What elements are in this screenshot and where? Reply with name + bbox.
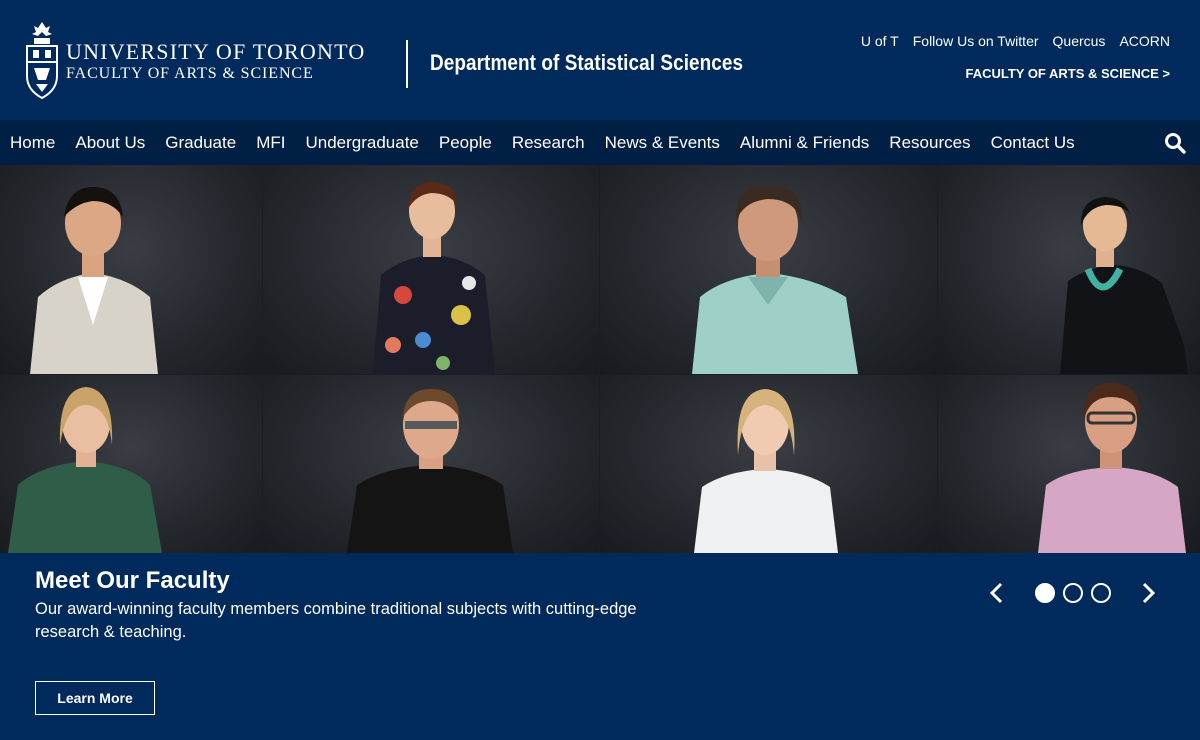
faculty-photo — [600, 375, 937, 553]
nav-item-people[interactable]: People — [439, 133, 492, 153]
hero-description: Our award-winning faculty members combin… — [35, 600, 637, 641]
utility-link-twitter[interactable]: Follow Us on Twitter — [913, 33, 1039, 49]
chevron-right-icon[interactable] — [1137, 581, 1159, 605]
hero-caption: Meet Our Faculty Our award-winning facul… — [0, 553, 1200, 740]
faculty-photo — [263, 375, 599, 553]
faculty-photo-grid — [0, 165, 1200, 553]
utility-links: U of T Follow Us on Twitter Quercus ACOR… — [861, 33, 1170, 49]
nav-item-alumni-friends[interactable]: Alumni & Friends — [740, 133, 869, 153]
slide-dot-3[interactable] — [1091, 583, 1111, 603]
utility-link-uoft[interactable]: U of T — [861, 33, 899, 49]
nav-item-news-events[interactable]: News & Events — [605, 133, 720, 153]
nav-item-graduate[interactable]: Graduate — [165, 133, 236, 153]
faculty-link[interactable]: FACULTY OF ARTS & SCIENCE > — [965, 66, 1170, 81]
nav-item-research[interactable]: Research — [512, 133, 585, 153]
nav-item-contact-us[interactable]: Contact Us — [991, 133, 1075, 153]
nav-item-undergraduate[interactable]: Undergraduate — [305, 133, 418, 153]
nav-items: Home About Us Graduate MFI Undergraduate… — [10, 120, 1075, 165]
university-crest-icon[interactable] — [24, 20, 60, 100]
nav-item-mfi[interactable]: MFI — [256, 133, 285, 153]
utility-link-quercus[interactable]: Quercus — [1053, 33, 1106, 49]
department-title[interactable]: Department of Statistical Sciences — [430, 50, 743, 76]
nav-item-resources[interactable]: Resources — [889, 133, 970, 153]
faculty-photo — [938, 375, 1200, 553]
faculty-photo — [0, 375, 262, 553]
chevron-left-icon[interactable] — [986, 581, 1008, 605]
university-name: UNIVERSITY OF TORONTO — [66, 39, 366, 64]
nav-item-about-us[interactable]: About Us — [75, 133, 145, 153]
faculty-name: FACULTY OF ARTS & SCIENCE — [66, 65, 314, 82]
main-nav: Home About Us Graduate MFI Undergraduate… — [0, 120, 1200, 165]
faculty-photo — [0, 165, 262, 374]
slide-dot-2[interactable] — [1063, 583, 1083, 603]
utility-link-acorn[interactable]: ACORN — [1119, 33, 1170, 49]
search-icon[interactable] — [1164, 132, 1186, 154]
logo-divider — [406, 40, 408, 88]
learn-more-button[interactable]: Learn More — [35, 681, 155, 715]
site-header: UNIVERSITY OF TORONTO FACULTY OF ARTS & … — [0, 0, 1200, 120]
nav-item-home[interactable]: Home — [10, 133, 55, 153]
slide-dot-1[interactable] — [1035, 583, 1055, 603]
faculty-photo — [263, 165, 599, 374]
faculty-photo — [938, 165, 1200, 374]
hero-title: Meet Our Faculty — [35, 567, 230, 594]
faculty-photo — [600, 165, 937, 374]
university-wordmark[interactable]: UNIVERSITY OF TORONTO FACULTY OF ARTS & … — [66, 40, 365, 84]
